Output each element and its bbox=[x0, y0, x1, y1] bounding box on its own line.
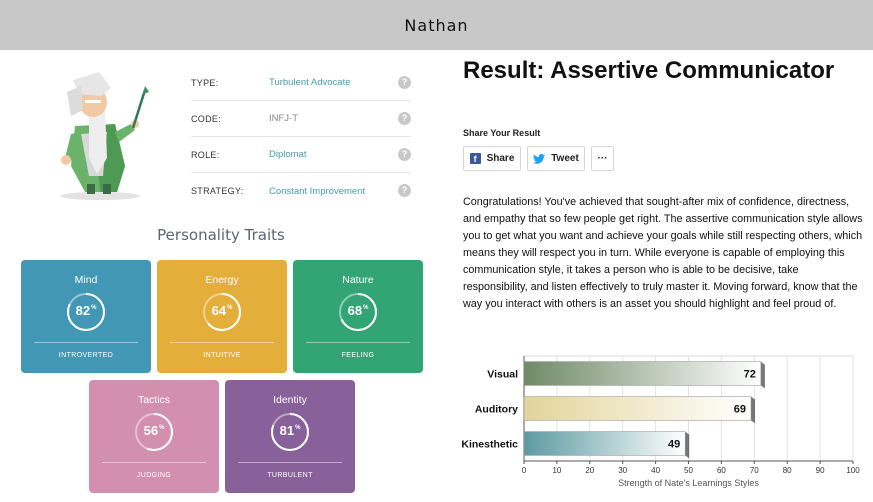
help-icon[interactable]: ? bbox=[398, 112, 411, 125]
info-label: STRATEGY: bbox=[191, 186, 244, 196]
help-icon[interactable]: ? bbox=[398, 148, 411, 161]
trait-divider bbox=[306, 342, 410, 343]
x-tick-label: 80 bbox=[783, 466, 792, 475]
trait-divider bbox=[34, 342, 138, 343]
x-tick-label: 60 bbox=[717, 466, 726, 475]
trait-name: Tactics bbox=[137, 394, 171, 406]
facebook-share-button[interactable]: f Share bbox=[463, 146, 521, 171]
info-value[interactable]: Turbulent Advocate bbox=[269, 77, 351, 88]
bar-value-label: 49 bbox=[668, 439, 680, 451]
y-category-label: Visual bbox=[487, 369, 518, 381]
trait-percent: 68% bbox=[347, 303, 369, 318]
twitter-icon bbox=[533, 153, 546, 164]
info-label: ROLE: bbox=[191, 149, 220, 160]
x-tick-label: 20 bbox=[585, 466, 594, 475]
share-button-label: Share bbox=[486, 153, 515, 164]
more-icon: ··· bbox=[597, 153, 608, 164]
info-row-strategy: STRATEGY: Constant Improvement ? bbox=[191, 173, 411, 209]
facebook-icon: f bbox=[469, 153, 481, 164]
trait-tile-mind[interactable]: Mind 82% INTROVERTED bbox=[21, 260, 151, 373]
advocate-character-illustration bbox=[60, 72, 149, 200]
result-description: Congratulations! You've achieved that so… bbox=[463, 196, 863, 310]
bar bbox=[523, 396, 752, 421]
trait-name: Mind bbox=[74, 274, 98, 286]
trait-tile-tactics[interactable]: Tactics 56% JUDGING bbox=[89, 380, 219, 493]
result-title: Result: Assertive Communicator bbox=[463, 57, 835, 84]
trait-percent: 81% bbox=[279, 423, 301, 438]
bar bbox=[523, 361, 762, 386]
x-tick-label: 100 bbox=[846, 466, 860, 475]
help-icon[interactable]: ? bbox=[398, 76, 411, 89]
user-name: Nathan bbox=[404, 15, 469, 35]
trait-side: INTROVERTED bbox=[58, 352, 114, 359]
more-share-options-button[interactable]: ··· bbox=[591, 146, 614, 171]
personality-info-table: TYPE: Turbulent Advocate ? CODE: INFJ-T … bbox=[191, 65, 411, 209]
trait-name: Identity bbox=[273, 394, 307, 406]
tweet-button-label: Tweet bbox=[551, 153, 579, 164]
info-value: INFJ-T bbox=[269, 113, 299, 124]
info-row-role: ROLE: Diplomat ? bbox=[191, 137, 411, 173]
y-category-label: Kinesthetic bbox=[461, 439, 518, 451]
bar-side bbox=[760, 361, 765, 389]
info-row-code: CODE: INFJ-T ? bbox=[191, 101, 411, 137]
x-tick-label: 90 bbox=[816, 466, 825, 475]
trait-tile-identity[interactable]: Identity 81% TURBULENT bbox=[225, 380, 355, 493]
x-tick-label: 40 bbox=[651, 466, 660, 475]
trait-percent: 82% bbox=[75, 303, 97, 318]
x-axis-title: Strength of Nate's Learnings Styles bbox=[618, 478, 759, 488]
bar-value-label: 72 bbox=[744, 369, 756, 381]
trait-tile-energy[interactable]: Energy 64% INTUITIVE bbox=[157, 260, 287, 373]
trait-side: TURBULENT bbox=[267, 472, 313, 479]
bar-value-label: 69 bbox=[734, 404, 746, 416]
top-bar: Nathan bbox=[0, 0, 873, 50]
bar-side bbox=[751, 396, 756, 424]
info-value[interactable]: Diplomat bbox=[269, 149, 307, 160]
trait-percent: 64% bbox=[211, 303, 233, 318]
info-value[interactable]: Constant Improvement bbox=[269, 186, 365, 197]
trait-divider bbox=[102, 462, 206, 463]
x-tick-label: 10 bbox=[552, 466, 561, 475]
trait-side: FEELING bbox=[341, 352, 375, 359]
tweet-button[interactable]: Tweet bbox=[527, 146, 585, 171]
trait-divider bbox=[170, 342, 274, 343]
x-tick-label: 70 bbox=[750, 466, 759, 475]
bar-side bbox=[685, 431, 690, 459]
learning-styles-bar-chart: 0 10 20 30 40 50 60 70 80 90 100 72 Visual 69 Auditory… bbox=[461, 355, 860, 488]
trait-side: INTUITIVE bbox=[203, 352, 241, 359]
traits-heading: Personality Traits bbox=[157, 226, 285, 244]
x-tick-label: 0 bbox=[522, 466, 527, 475]
trait-divider bbox=[238, 462, 342, 463]
x-tick-label: 50 bbox=[684, 466, 693, 475]
info-label: CODE: bbox=[191, 113, 222, 124]
info-row-type: TYPE: Turbulent Advocate ? bbox=[191, 65, 411, 101]
x-tick-label: 30 bbox=[618, 466, 627, 475]
trait-side: JUDGING bbox=[136, 472, 172, 479]
trait-name: Energy bbox=[205, 274, 239, 286]
bar bbox=[523, 431, 686, 456]
help-icon[interactable]: ? bbox=[398, 184, 411, 197]
trait-tile-nature[interactable]: Nature 68% FEELING bbox=[293, 260, 423, 373]
trait-name: Nature bbox=[342, 274, 374, 286]
trait-percent: 56% bbox=[143, 423, 165, 438]
y-category-label: Auditory bbox=[475, 404, 518, 416]
share-label: Share Your Result bbox=[463, 128, 541, 138]
info-label: TYPE: bbox=[191, 77, 219, 88]
